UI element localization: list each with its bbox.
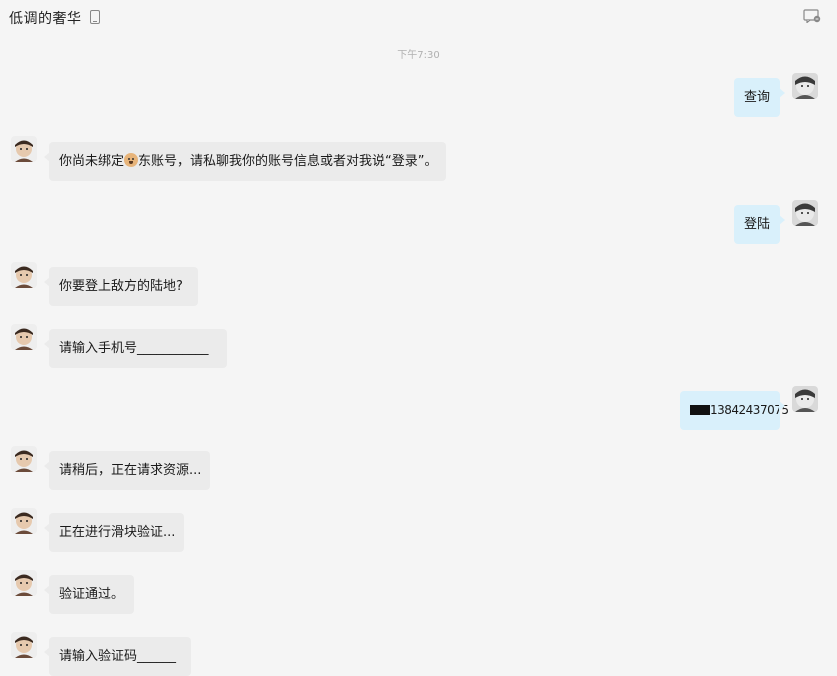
bot-avatar[interactable] <box>11 570 37 596</box>
dog-face-icon <box>124 153 139 167</box>
message-bubble[interactable]: 你尚未绑定 东账号，请私聊我你的账号信息或者对我说“登录”。 <box>44 142 446 181</box>
chat-title: 低调的奢华 <box>9 11 82 27</box>
bot-avatar[interactable] <box>11 508 37 534</box>
chat-header: 低调的奢华 <box>0 0 837 34</box>
message-text: 13842437075 <box>710 403 789 417</box>
bot-avatar[interactable] <box>11 632 37 658</box>
bot-avatar[interactable] <box>11 324 37 350</box>
user-avatar[interactable] <box>792 200 818 226</box>
message-bubble[interactable]: 13842437075 <box>680 391 789 430</box>
message-bubble[interactable]: 查询 <box>734 78 785 117</box>
bot-avatar[interactable] <box>11 262 37 288</box>
message-bubble[interactable]: 正在进行滑块验证... <box>44 513 184 552</box>
user-avatar[interactable] <box>792 73 818 99</box>
chat-timestamp: 下午7:30 <box>397 50 440 61</box>
message-bubble[interactable]: 验证通过。 <box>44 575 134 614</box>
bot-avatar[interactable] <box>11 446 37 472</box>
bot-avatar[interactable] <box>11 136 37 162</box>
chat-bubble-icon[interactable] <box>803 9 821 23</box>
message-bubble[interactable]: 你要登上敌方的陆地? <box>44 267 198 306</box>
message-bubble[interactable]: 请输入验证码______ <box>44 637 191 676</box>
redaction-bar <box>690 405 710 415</box>
message-bubble[interactable]: 请稍后，正在请求资源... <box>44 451 210 490</box>
phone-icon[interactable] <box>90 10 100 24</box>
message-text-before: 你尚未绑定 <box>59 154 125 169</box>
message-bubble[interactable]: 请输入手机号___________ <box>44 329 227 368</box>
message-text-after: 东账号，请私聊我你的账号信息或者对我说“登录”。 <box>138 154 438 169</box>
user-avatar[interactable] <box>792 386 818 412</box>
message-bubble[interactable]: 登陆 <box>734 205 785 244</box>
